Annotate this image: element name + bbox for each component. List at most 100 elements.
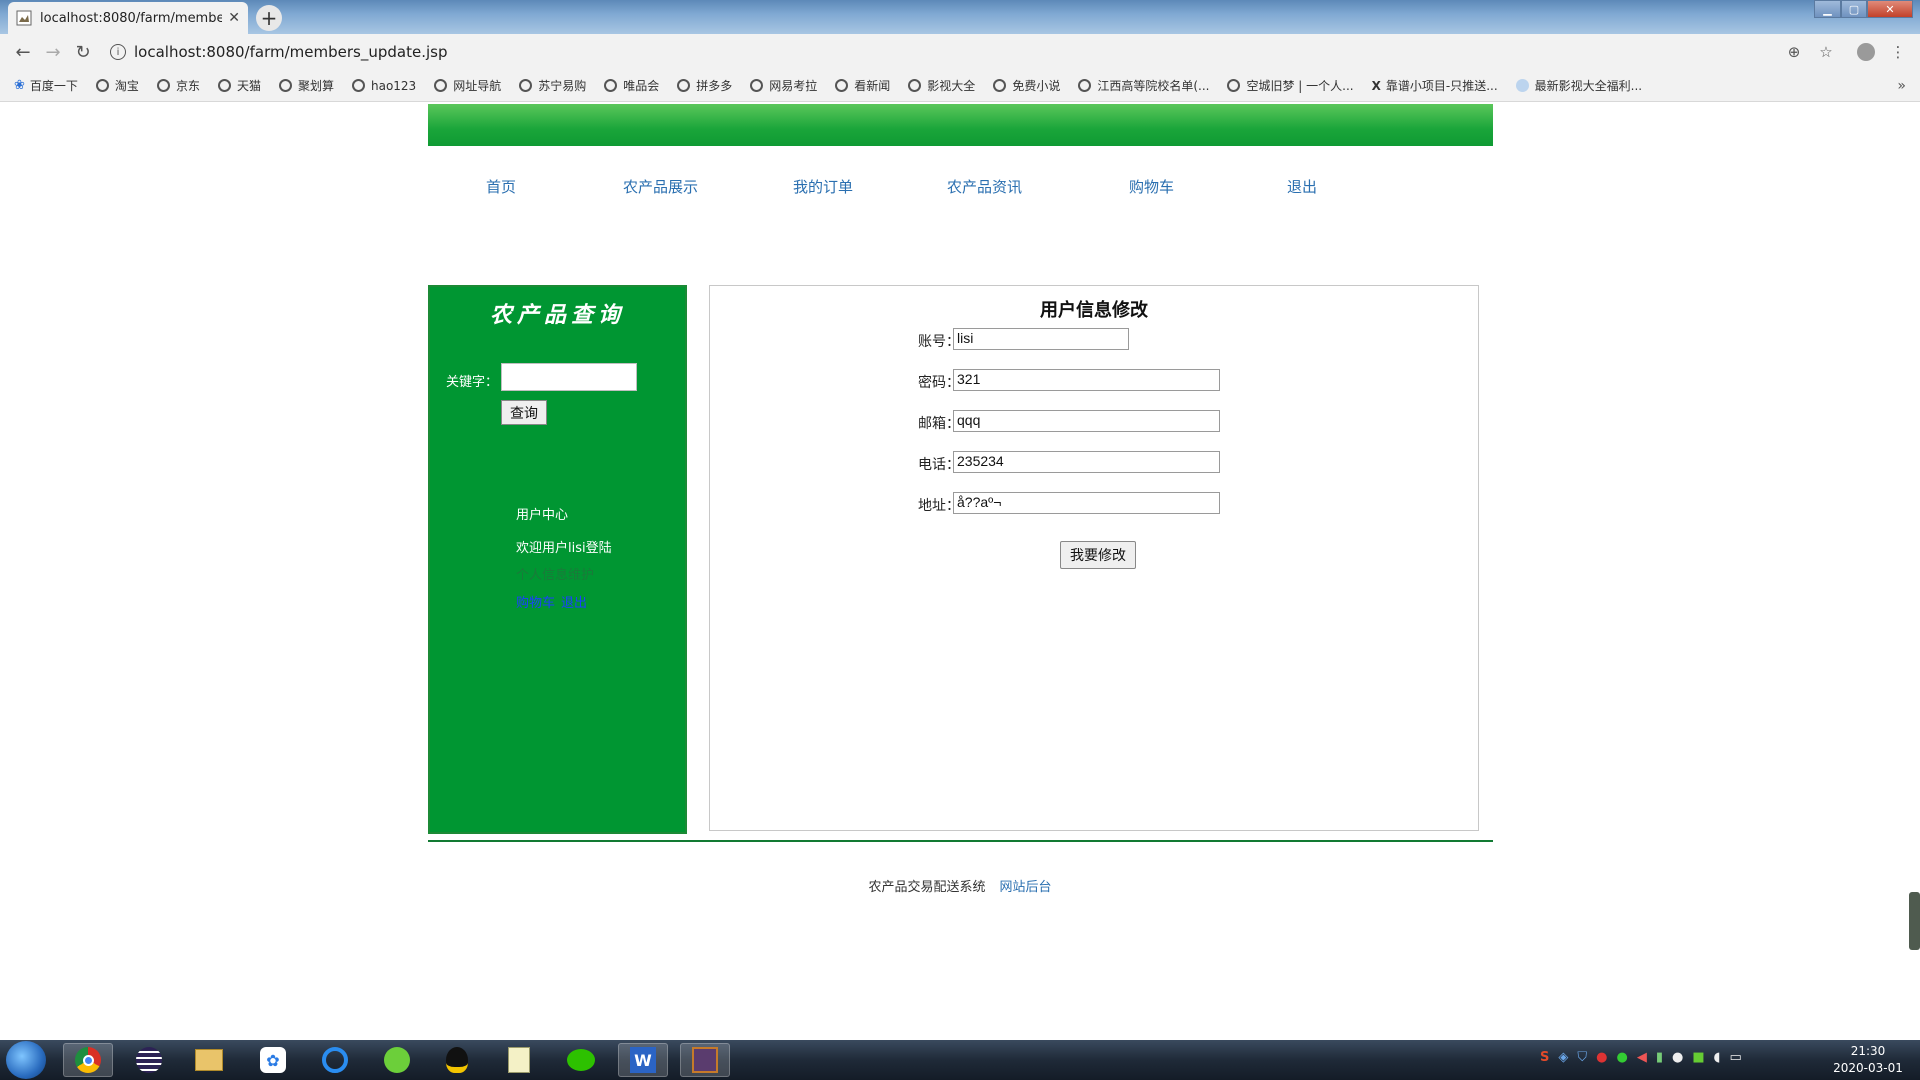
bookmark-item[interactable]: 苏宁易购 — [519, 77, 586, 94]
profile-avatar-icon[interactable] — [1852, 38, 1880, 66]
bookmark-item[interactable]: 淘宝 — [95, 77, 139, 94]
wechat-tray-icon[interactable]: ● — [1616, 1050, 1627, 1065]
globe-icon — [1227, 79, 1241, 92]
form-row-account: 账号： lisi — [710, 328, 1478, 352]
browser-q-taskbar-icon[interactable] — [310, 1043, 360, 1077]
keyword-input[interactable] — [501, 363, 637, 391]
footer-backend-link[interactable]: 网站后台 — [1000, 880, 1052, 895]
globe-icon — [278, 79, 292, 92]
globe-icon — [351, 79, 365, 92]
globe-icon — [908, 79, 922, 92]
tab-title: localhost:8080/farm/members — [40, 10, 223, 26]
bookmarks-overflow-icon[interactable]: » — [1897, 78, 1906, 94]
bookmark-star-icon[interactable]: ☆ — [1812, 38, 1840, 66]
address-bar[interactable]: i localhost:8080/farm/members_update.jsp — [110, 38, 1770, 66]
address-field[interactable]: å??aº¬ — [953, 492, 1220, 514]
profile-maintenance-link[interactable]: 个人信息维护 — [516, 564, 594, 583]
cube-tray-icon[interactable]: ◈ — [1558, 1050, 1568, 1065]
password-field[interactable]: 321 — [953, 369, 1220, 391]
baidu-netdisk-taskbar-icon[interactable]: ✿ — [248, 1043, 298, 1077]
bookmark-item[interactable]: 京东 — [156, 77, 200, 94]
bookmark-item[interactable]: 聚划算 — [278, 77, 334, 94]
clock-date: 2020-03-01 — [1833, 1061, 1903, 1075]
account-field[interactable]: lisi — [953, 328, 1129, 350]
bookmark-item[interactable]: 网址导航 — [434, 77, 501, 94]
bookmark-item[interactable]: 空城旧梦 | 一个人... — [1227, 77, 1354, 94]
browser-toolbar: ← → ↻ i localhost:8080/farm/members_upda… — [0, 34, 1920, 70]
form-row-email: 邮箱： qqq — [710, 410, 1478, 434]
bookmark-item[interactable]: 免费小说 — [993, 77, 1060, 94]
green-app-taskbar-icon[interactable] — [372, 1043, 422, 1077]
back-arrow-icon[interactable]: ← — [8, 37, 38, 67]
browser-tab[interactable]: localhost:8080/farm/members ✕ — [8, 2, 248, 34]
window-maximize-button[interactable]: ▢ — [1841, 0, 1867, 18]
action-center-tray-icon[interactable]: ▭ — [1729, 1050, 1741, 1065]
forward-arrow-icon[interactable]: → — [38, 37, 68, 67]
form-title: 用户信息修改 — [1040, 300, 1148, 321]
chrome-taskbar-icon[interactable] — [63, 1043, 113, 1077]
main-navigation: 首页 农产品展示 我的订单 农产品资讯 购物车 退出 — [428, 176, 1493, 200]
globe-icon — [677, 79, 691, 92]
welcome-text: 欢迎用户lisi登陆 — [516, 541, 612, 556]
sidebar-cart-link[interactable]: 购物车 — [516, 596, 555, 611]
nav-orders[interactable]: 我的订单 — [793, 176, 853, 197]
bookmark-item[interactable]: 最新影视大全福利... — [1515, 77, 1642, 94]
bookmark-item[interactable]: X 靠谱小项目-只推送... — [1372, 77, 1498, 94]
baidu-paw-icon: ❀ — [14, 78, 25, 93]
site-info-icon[interactable]: i — [110, 44, 126, 60]
red-tray-icon[interactable]: ● — [1596, 1050, 1607, 1065]
zoom-icon[interactable]: ⊕ — [1780, 38, 1808, 66]
globe-icon — [156, 79, 170, 92]
bookmark-item[interactable]: hao123 — [351, 79, 416, 93]
nav-cart[interactable]: 购物车 — [1129, 176, 1174, 197]
taskbar-clock[interactable]: 21:30 2020-03-01 — [1820, 1043, 1916, 1077]
search-button[interactable]: 查询 — [501, 400, 547, 425]
file-explorer-taskbar-icon[interactable] — [184, 1043, 234, 1077]
footer-divider — [428, 840, 1493, 842]
qq-tray-icon[interactable]: ● — [1672, 1050, 1683, 1065]
network-tray-icon[interactable]: ▮ — [1656, 1050, 1663, 1065]
nvidia-tray-icon[interactable]: ■ — [1692, 1050, 1704, 1065]
window-minimize-button[interactable]: ▁ — [1814, 0, 1841, 18]
reload-icon[interactable]: ↻ — [68, 37, 98, 67]
bookmark-item[interactable]: ❀ 百度一下 — [14, 77, 78, 94]
bookmark-item[interactable]: 网易考拉 — [750, 77, 817, 94]
qq-taskbar-icon[interactable] — [432, 1043, 482, 1077]
nav-logout[interactable]: 退出 — [1287, 176, 1317, 197]
user-edit-panel: 用户信息修改 账号： lisi 密码： 321 邮箱： qqq 电话： 2352… — [709, 285, 1479, 831]
recorder-taskbar-icon[interactable] — [680, 1043, 730, 1077]
nav-news[interactable]: 农产品资讯 — [947, 176, 1022, 197]
menu-kebab-icon[interactable]: ⋮ — [1884, 38, 1912, 66]
phone-field[interactable]: 235234 — [953, 451, 1220, 473]
bookmark-item[interactable]: 影视大全 — [908, 77, 975, 94]
window-close-button[interactable]: ✕ — [1867, 0, 1913, 18]
clock-time: 21:30 — [1850, 1044, 1886, 1058]
tab-close-icon[interactable]: ✕ — [228, 10, 240, 26]
form-row-phone: 电话： 235234 — [710, 451, 1478, 475]
arrow-tray-icon[interactable]: ◀ — [1637, 1050, 1647, 1065]
sidebar-logout-link[interactable]: 退出 — [561, 596, 587, 611]
start-orb-icon[interactable] — [6, 1041, 46, 1079]
eclipse-taskbar-icon[interactable] — [124, 1043, 174, 1077]
globe-icon — [519, 79, 533, 92]
side-scroll-handle[interactable] — [1909, 892, 1920, 950]
wechat-taskbar-icon[interactable] — [556, 1043, 606, 1077]
bookmarks-bar: ❀ 百度一下 淘宝 京东 天猫 聚划算 hao123 网址导航 苏宁易购 唯品会 … — [0, 70, 1920, 102]
nav-products[interactable]: 农产品展示 — [623, 176, 698, 197]
bookmark-item[interactable]: 拼多多 — [677, 77, 732, 94]
notepad-taskbar-icon[interactable] — [494, 1043, 544, 1077]
sogou-tray-icon[interactable]: S — [1540, 1050, 1549, 1065]
new-tab-button[interactable]: + — [256, 5, 282, 31]
submit-update-button[interactable]: 我要修改 — [1060, 541, 1136, 569]
bookmark-item[interactable]: 天猫 — [217, 77, 261, 94]
globe-icon — [604, 79, 618, 92]
bookmark-item[interactable]: 江西高等院校名单(... — [1078, 77, 1209, 94]
bookmark-item[interactable]: 唯品会 — [604, 77, 659, 94]
word-taskbar-icon[interactable]: W — [618, 1043, 668, 1077]
volume-tray-icon[interactable]: ◖ — [1714, 1050, 1721, 1065]
email-field[interactable]: qqq — [953, 410, 1220, 432]
shield-tray-icon[interactable]: ⛉ — [1577, 1050, 1587, 1065]
globe-icon — [750, 79, 764, 92]
bookmark-item[interactable]: 看新闻 — [835, 77, 890, 94]
nav-home[interactable]: 首页 — [486, 176, 516, 197]
